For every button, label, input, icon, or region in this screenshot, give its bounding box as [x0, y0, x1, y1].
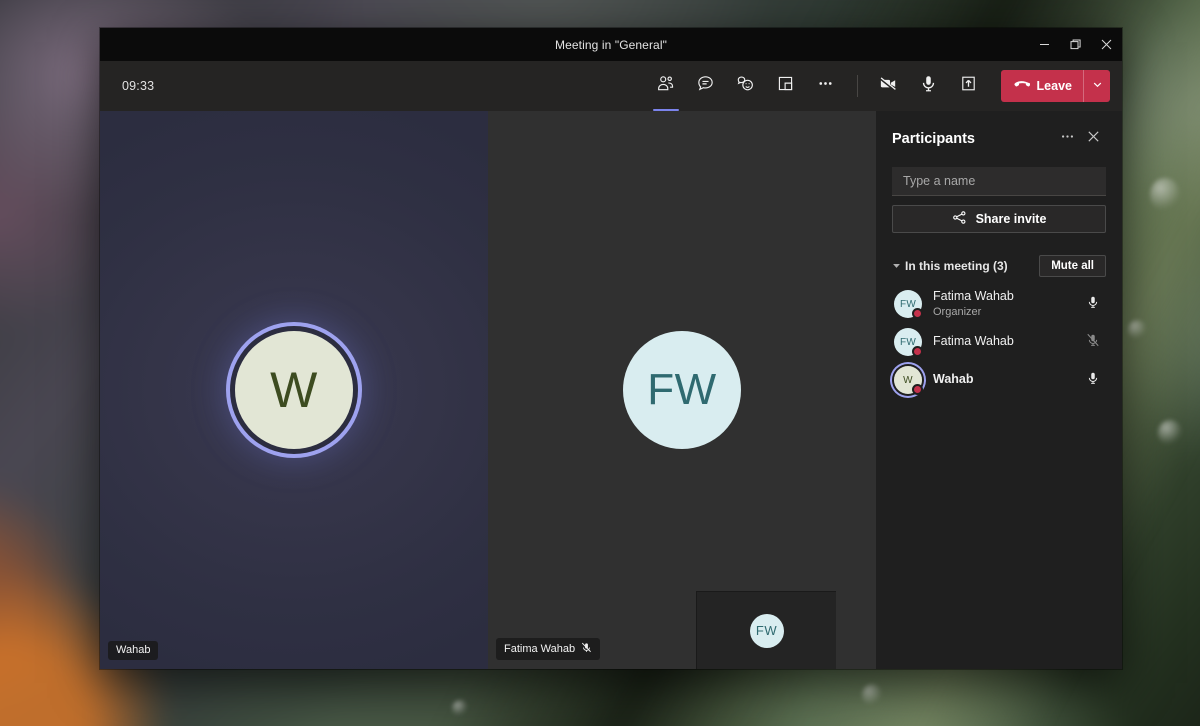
panel-title: Participants	[892, 131, 1054, 147]
people-icon	[656, 74, 675, 98]
participant-mic-button[interactable]	[1082, 333, 1104, 352]
share-invite-label: Share invite	[976, 212, 1047, 226]
panel-close-button[interactable]	[1080, 126, 1106, 152]
more-options-icon	[816, 74, 835, 98]
window-controls	[1029, 28, 1122, 61]
tile-name-label: Fatima Wahab	[504, 644, 575, 655]
in-meeting-section-header: In this meeting (3) Mute all	[892, 255, 1106, 277]
share-screen-icon	[959, 74, 978, 98]
avatar-wrapper: FW	[894, 328, 922, 356]
participant-info: Wahab	[933, 372, 1082, 388]
tile-name-chip: Fatima Wahab	[496, 638, 600, 660]
video-tile-wahab[interactable]: W Wahab	[100, 111, 488, 669]
avatar: W	[235, 331, 353, 449]
window-title: Meeting in "General"	[100, 38, 1122, 52]
chevron-down-icon	[892, 257, 901, 275]
video-stage: W Wahab FW Fatima Wahab	[100, 111, 876, 669]
tile-name-chip: Wahab	[108, 641, 158, 660]
window-titlebar: Meeting in "General"	[100, 28, 1122, 61]
more-actions-button[interactable]	[809, 69, 843, 103]
teams-meeting-window: Meeting in "General" 09:33	[100, 28, 1122, 669]
participant-name: Wahab	[933, 372, 1082, 388]
close-icon	[1086, 129, 1101, 149]
avatar-wrapper: W	[894, 366, 922, 394]
restore-button[interactable]	[1060, 28, 1091, 61]
participant-name: Fatima Wahab	[933, 289, 1082, 305]
presence-badge-busy	[912, 308, 923, 319]
participant-row[interactable]: W Wahab	[892, 361, 1106, 399]
leave-options-button[interactable]	[1083, 70, 1110, 102]
microphone-icon	[1086, 295, 1100, 314]
leave-button-group: Leave	[1001, 70, 1110, 102]
avatar-wrapper: FW	[894, 290, 922, 318]
avatar: FW	[750, 614, 784, 648]
share-icon	[952, 210, 967, 228]
camera-off-icon	[878, 73, 899, 99]
share-invite-button[interactable]: Share invite	[892, 205, 1106, 233]
hangup-icon	[1013, 76, 1030, 96]
participants-panel: Participants	[876, 111, 1122, 669]
toolbar-primary-controls	[646, 69, 846, 103]
presence-badge-busy	[912, 384, 923, 395]
breakout-rooms-icon	[776, 74, 795, 98]
reactions-button[interactable]	[729, 69, 763, 103]
avatar: FW	[623, 331, 741, 449]
water-droplet	[1128, 320, 1146, 340]
mute-all-button[interactable]: Mute all	[1039, 255, 1106, 277]
meeting-timer: 09:33	[122, 79, 154, 93]
leave-button[interactable]: Leave	[1001, 70, 1083, 102]
reactions-icon	[736, 74, 755, 98]
microphone-muted-icon	[581, 642, 592, 656]
water-droplet	[1150, 178, 1180, 212]
participant-role: Organizer	[933, 305, 1082, 319]
participant-info: Fatima Wahab	[933, 334, 1082, 350]
water-droplet	[452, 700, 468, 716]
water-droplet	[862, 684, 882, 706]
search-participant-input[interactable]	[892, 167, 1106, 196]
presence-badge-busy	[912, 346, 923, 357]
microphone-icon	[1086, 371, 1100, 390]
show-participants-button[interactable]	[649, 69, 683, 103]
participant-row[interactable]: FW Fatima Wahab Organizer	[892, 285, 1106, 323]
camera-toggle-button[interactable]	[872, 69, 906, 103]
self-preview-tile[interactable]: FW	[696, 591, 836, 669]
more-options-icon	[1060, 129, 1075, 149]
desktop-wallpaper: Meeting in "General" 09:33	[0, 0, 1200, 726]
meeting-toolbar: 09:33	[100, 61, 1122, 111]
participant-info: Fatima Wahab Organizer	[933, 289, 1082, 320]
toolbar-device-controls	[869, 69, 989, 103]
share-content-button[interactable]	[952, 69, 986, 103]
participants-panel-header: Participants	[892, 111, 1106, 167]
participants-list: FW Fatima Wahab Organizer	[892, 285, 1106, 399]
panel-more-options-button[interactable]	[1054, 126, 1080, 152]
participant-name: Fatima Wahab	[933, 334, 1082, 350]
chevron-down-icon	[1092, 77, 1103, 95]
participant-mic-button[interactable]	[1082, 371, 1104, 390]
microphone-muted-icon	[1086, 333, 1100, 352]
microphone-icon	[918, 73, 939, 99]
video-tile-fatima-wahab[interactable]: FW Fatima Wahab	[488, 111, 876, 669]
microphone-toggle-button[interactable]	[912, 69, 946, 103]
meeting-body: W Wahab FW Fatima Wahab	[100, 111, 1122, 669]
toolbar-divider	[857, 75, 858, 97]
collapse-section-button[interactable]	[892, 257, 905, 275]
tile-name-label: Wahab	[116, 645, 150, 656]
minimize-button[interactable]	[1029, 28, 1060, 61]
water-droplet	[1158, 420, 1182, 446]
leave-button-label: Leave	[1037, 79, 1072, 93]
breakout-rooms-button[interactable]	[769, 69, 803, 103]
close-button[interactable]	[1091, 28, 1122, 61]
participant-mic-button[interactable]	[1082, 295, 1104, 314]
chat-icon	[696, 74, 715, 98]
show-conversation-button[interactable]	[689, 69, 723, 103]
in-meeting-label: In this meeting (3)	[905, 259, 1039, 273]
participant-row[interactable]: FW Fatima Wahab	[892, 323, 1106, 361]
